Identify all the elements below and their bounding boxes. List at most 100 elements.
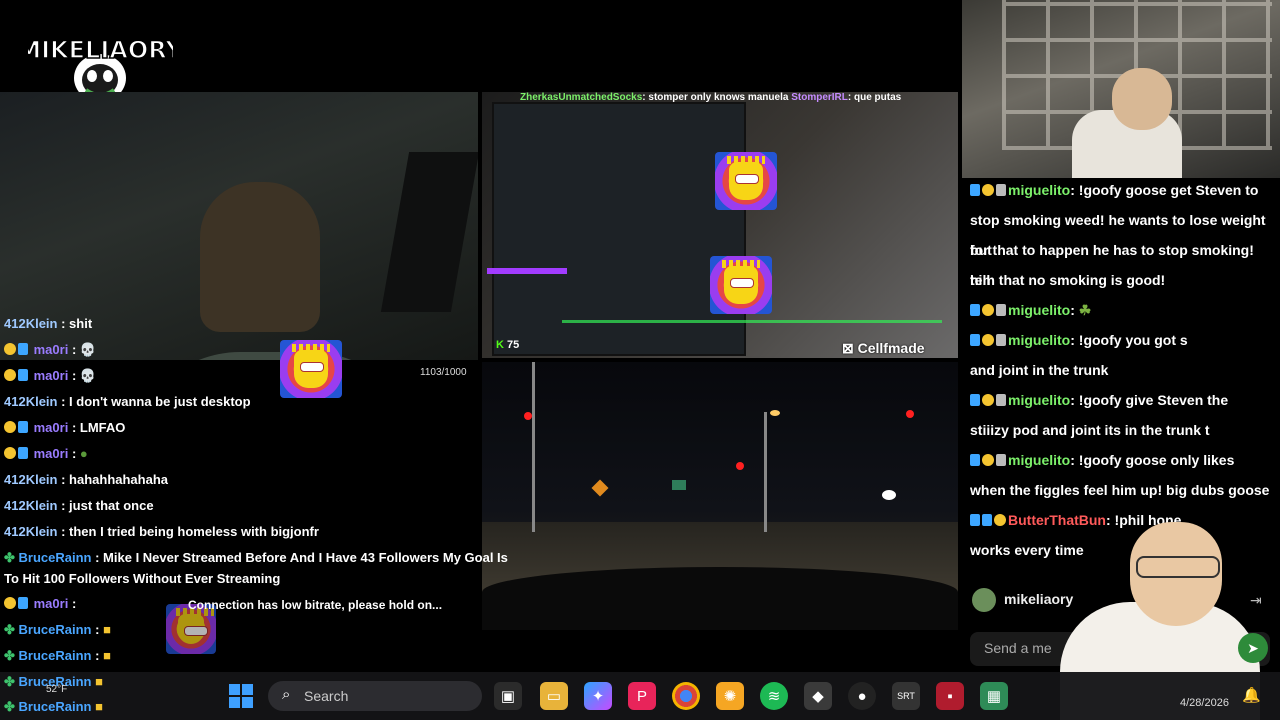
dashcam-street-panel: [482, 362, 958, 630]
send-button[interactable]: ➤: [1238, 633, 1268, 663]
copilot-icon[interactable]: ✦: [584, 682, 612, 710]
kick-viewer-count: K 75: [496, 339, 520, 351]
app-icon[interactable]: ▪: [936, 682, 964, 710]
coin-badge-icon: [982, 304, 994, 316]
avatar-badge-icon: [996, 184, 1006, 196]
street-lamp: [764, 412, 767, 532]
weather-widget[interactable]: 52°F: [46, 684, 67, 695]
red-light-icon: [736, 462, 744, 470]
app-icon[interactable]: ▦: [980, 682, 1008, 710]
chat-message: miguelito: ☘: [970, 295, 1270, 325]
badge-icon: [18, 343, 28, 355]
kick-icon: K: [496, 339, 504, 351]
chat-message: miguelito: !goofy give Steven the: [970, 385, 1270, 415]
red-light-icon: [524, 412, 532, 420]
leaf-badge-icon: ✤: [4, 550, 15, 565]
chat-message-cont: stiiizy pod and joint its in the trunk t: [970, 422, 1210, 438]
coin-badge-icon: [982, 394, 994, 406]
obs-icon[interactable]: ●: [848, 682, 876, 710]
left-chat-message: 412Klein : just that once: [4, 498, 154, 513]
lamp-light-icon: [770, 410, 780, 416]
headlight-icon: [882, 490, 896, 500]
send-arrow-icon: ➤: [1247, 639, 1259, 656]
stream-ticker: ZherkasUnmatchedSocks: stomper only know…: [520, 92, 901, 103]
left-chat-message: ma0ri : 💀: [4, 341, 96, 359]
counter-readout: 1103/1000: [420, 367, 467, 378]
emote-icon: ■: [103, 622, 111, 637]
left-chat-message: 412Klein : shit: [4, 316, 93, 331]
left-chat-message: ma0ri :: [4, 595, 76, 613]
badge-icon: [970, 184, 980, 196]
avatar-badge-icon: [996, 334, 1006, 346]
screen-share-panel: [482, 92, 958, 358]
person-hoodie: [130, 352, 420, 360]
coin-badge-icon: [982, 184, 994, 196]
coin-badge-icon: [982, 334, 994, 346]
taskbar-search[interactable]: ⌕ Search: [268, 681, 482, 711]
taskbar-date[interactable]: 4/28/2026: [1180, 697, 1229, 709]
badge-icon: [18, 421, 28, 433]
chat-message: miguelito: !goofy goose only likes: [970, 445, 1270, 475]
ticker-user-1: ZherkasUnmatchedSocks: [520, 92, 643, 103]
badge-icon: [970, 304, 980, 316]
emote-icon: ■: [103, 648, 111, 663]
left-chat-message: ma0ri : 💀: [4, 367, 96, 385]
badge-icon: [18, 447, 28, 459]
streamer-head: [1112, 68, 1172, 130]
skull-emote-icon: 💀: [79, 342, 97, 357]
left-chat-message: ma0ri : ●: [4, 445, 88, 463]
left-chat-message: 412Klein : I don't wanna be just desktop: [4, 394, 251, 409]
leaf-badge-icon: ✤: [4, 699, 15, 714]
coin-badge-icon: [4, 369, 16, 381]
srt-app-icon[interactable]: SRT: [892, 682, 920, 710]
chat-message-cont: and joint in the trunk: [970, 362, 1109, 378]
person-head: [200, 182, 320, 332]
app-icon[interactable]: ◆: [804, 682, 832, 710]
spotify-icon[interactable]: ≋: [760, 682, 788, 710]
left-chat-message: 412Klein : then I tried being homeless w…: [4, 524, 319, 539]
chrome-icon[interactable]: [672, 682, 700, 710]
left-chat-message: ✤ BruceRainn ■: [4, 699, 103, 714]
left-chat-message: ✤ BruceRainn : ■: [4, 648, 111, 663]
task-view-icon[interactable]: ▣: [494, 682, 522, 710]
red-light-icon: [906, 410, 914, 418]
goblin-emote-icon: ☘: [1078, 302, 1092, 318]
monitor-display: [492, 102, 746, 356]
chat-message-cont: when the figgles feel him up! big dubs g…: [970, 482, 1270, 498]
kick-green-line: [562, 320, 942, 323]
left-chat-message: ✤ BruceRainn : ■: [4, 622, 111, 637]
windows-start-icon[interactable]: [229, 684, 253, 708]
left-chat-message-cont: To Hit 100 Followers Without Ever Stream…: [4, 571, 281, 586]
search-icon: ⌕: [282, 686, 291, 703]
skull-emote-icon: 💀: [79, 368, 97, 383]
badge-icon: [970, 454, 980, 466]
badge-icon: [970, 334, 980, 346]
file-explorer-icon[interactable]: ▭: [540, 682, 568, 710]
ticker-user-2: StomperIRL: [791, 92, 848, 103]
picsart-icon[interactable]: P: [628, 682, 656, 710]
logo-text: MIKELIAORY: [28, 36, 173, 64]
leaf-badge-icon: ✤: [4, 674, 15, 689]
avatar-badge-icon: [996, 304, 1006, 316]
notification-bell-icon[interactable]: 🔔: [1242, 686, 1261, 704]
avatar-badge-icon: [996, 394, 1006, 406]
coin-badge-icon: [994, 514, 1006, 526]
car-dashboard: [482, 567, 958, 630]
coin-badge-icon: [4, 343, 16, 355]
left-chat-message: ma0ri : LMFAO: [4, 419, 125, 437]
purple-highlight-bar: [487, 268, 567, 274]
left-chat-message: ✤ BruceRainn : Mike I Never Streamed Bef…: [4, 550, 508, 565]
emote-icon: ■: [95, 674, 103, 689]
avatar: [972, 588, 996, 612]
connection-notice: Connection has low bitrate, please hold …: [188, 598, 443, 612]
coin-badge-icon: [4, 447, 16, 459]
brightness-app-icon[interactable]: ✺: [716, 682, 744, 710]
street-sign: [672, 480, 686, 490]
coin-badge-icon: [4, 421, 16, 433]
car-window: [380, 152, 478, 312]
emote-icon: ■: [95, 699, 103, 714]
ticker-msg-2: : que putas: [847, 92, 902, 103]
coin-badge-icon: [4, 597, 16, 609]
badge-icon: [970, 514, 980, 526]
badge-icon: [970, 394, 980, 406]
